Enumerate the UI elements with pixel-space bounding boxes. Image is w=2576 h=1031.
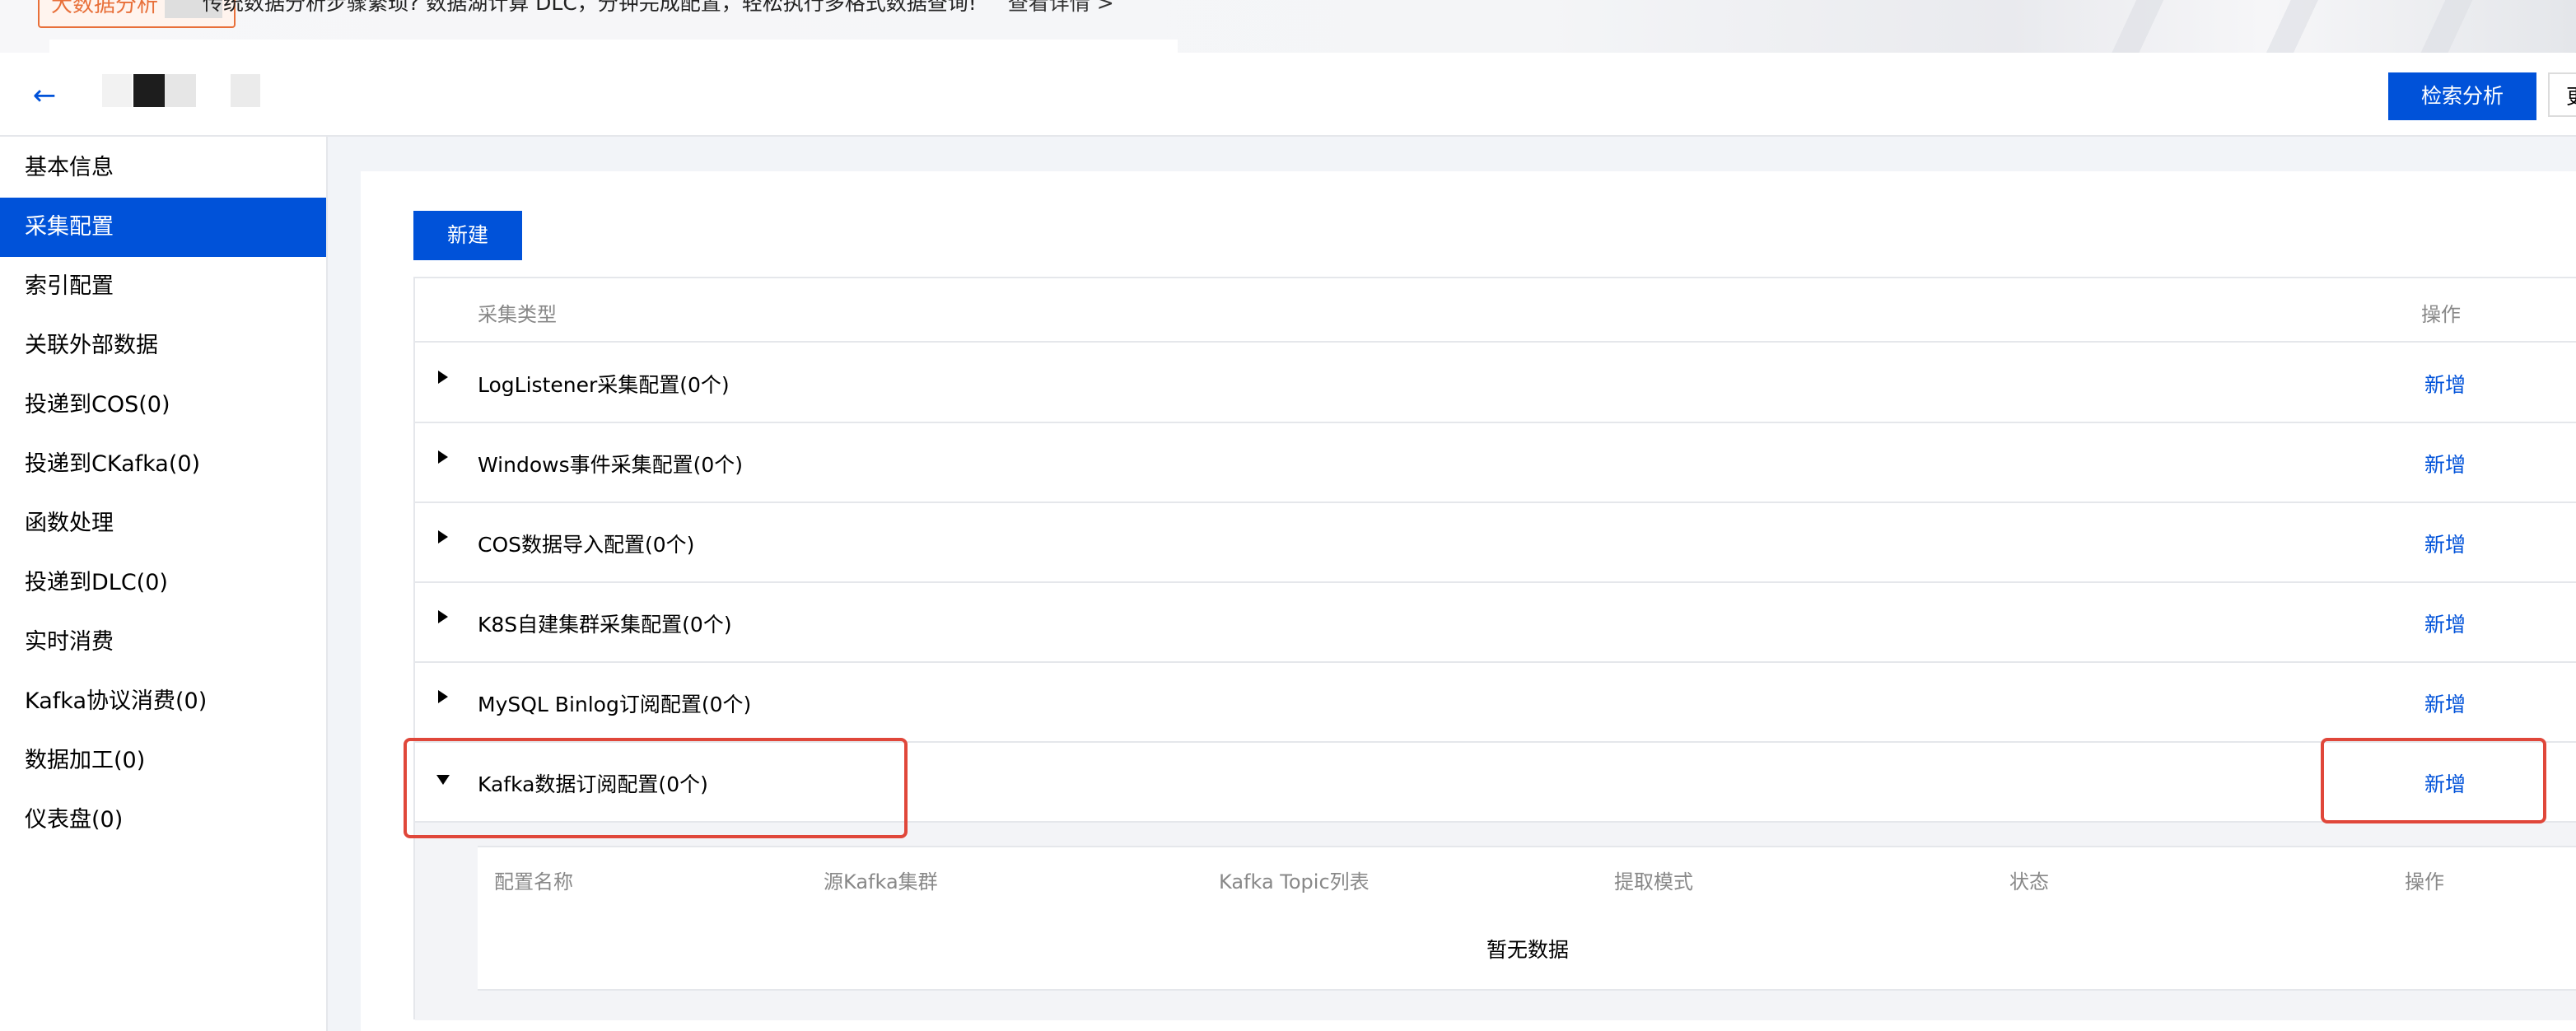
banner-text: 传统数据分析步骤繁琐? 数据湖计算 DLC，分钟完成配置，轻松执行多格式数据查询… — [203, 0, 1114, 20]
add-link[interactable]: 新增 — [2424, 688, 2466, 718]
caret-right-icon[interactable] — [438, 450, 448, 464]
redacted-title-block — [165, 74, 196, 107]
sidebar-item-collection-config[interactable]: 采集配置 — [0, 198, 326, 257]
column-header-type: 采集类型 — [478, 303, 557, 326]
caret-right-icon[interactable] — [438, 371, 448, 384]
banner-mask — [49, 40, 1178, 53]
column-header-topic-list: Kafka Topic列表 — [1219, 870, 1370, 893]
row-name: LogListener采集配置(0个) — [478, 373, 730, 397]
sidebar-item-function[interactable]: 函数处理 — [0, 494, 326, 553]
banner-tag-label: 大数据分析 — [51, 0, 159, 17]
table-row[interactable]: MySQL Binlog订阅配置(0个) 新增 — [415, 662, 2576, 743]
notice-banner: 大数据分析 传统数据分析步骤繁琐? 数据湖计算 DLC，分钟完成配置，轻松执行多… — [0, 0, 2576, 54]
row-name: COS数据导入配置(0个) — [478, 533, 695, 557]
sidebar: 基本信息 采集配置 索引配置 关联外部数据 投递到COS(0) 投递到CKafk… — [0, 137, 328, 1031]
main-panel: 新建 采集类型 操作 LogListener采集配置(0个) 新增 Window… — [361, 171, 2576, 1031]
more-button[interactable]: 更 — [2548, 72, 2576, 117]
add-link[interactable]: 新增 — [2424, 529, 2466, 558]
table-row[interactable]: K8S自建集群采集配置(0个) 新增 — [415, 582, 2576, 663]
banner-message: 传统数据分析步骤繁琐? 数据湖计算 DLC，分钟完成配置，轻松执行多格式数据查询… — [203, 0, 977, 15]
table-row[interactable]: Windows事件采集配置(0个) 新增 — [415, 422, 2576, 503]
new-button[interactable]: 新建 — [413, 211, 522, 260]
subtable-header: 配置名称 源Kafka集群 Kafka Topic列表 提取模式 状态 操作 — [478, 846, 2576, 913]
sidebar-item-basic-info[interactable]: 基本信息 — [0, 138, 326, 198]
table-header: 采集类型 操作 — [415, 278, 2576, 343]
sidebar-item-kafka-consume[interactable]: Kafka协议消费(0) — [0, 672, 326, 731]
column-header-operation: 操作 — [2421, 303, 2461, 326]
row-name: K8S自建集群采集配置(0个) — [478, 613, 732, 637]
caret-right-icon[interactable] — [438, 610, 448, 623]
column-header-extract-mode: 提取模式 — [1614, 870, 1693, 893]
sidebar-item-ship-dlc[interactable]: 投递到DLC(0) — [0, 553, 326, 613]
sidebar-item-index-config[interactable]: 索引配置 — [0, 257, 326, 316]
kafka-subscription-subtable: 配置名称 源Kafka集群 Kafka Topic列表 提取模式 状态 操作 暂… — [478, 846, 2576, 991]
sidebar-item-ship-ckafka[interactable]: 投递到CKafka(0) — [0, 435, 326, 494]
redacted-title-block — [133, 74, 165, 107]
highlight-box-row-name — [404, 738, 908, 838]
add-link[interactable]: 新增 — [2424, 609, 2466, 638]
table-row[interactable]: LogListener采集配置(0个) 新增 — [415, 343, 2576, 423]
column-header-operation: 操作 — [2405, 870, 2444, 893]
table-row[interactable]: COS数据导入配置(0个) 新增 — [415, 502, 2576, 583]
search-analysis-button[interactable]: 检索分析 — [2388, 72, 2536, 120]
column-header-config-name: 配置名称 — [494, 870, 573, 893]
caret-right-icon[interactable] — [438, 530, 448, 543]
empty-state-text: 暂无数据 — [478, 912, 2576, 991]
banner-decoration — [2082, 0, 2576, 53]
highlight-box-add-link — [2321, 738, 2546, 823]
add-link[interactable]: 新增 — [2424, 369, 2466, 399]
page-header: ← 检索分析 更 — [0, 53, 2576, 137]
redacted-title-block — [231, 74, 260, 107]
arrow-left-icon[interactable]: ← — [28, 79, 61, 112]
sidebar-item-ship-cos[interactable]: 投递到COS(0) — [0, 376, 326, 435]
expanded-row-area: 配置名称 源Kafka集群 Kafka Topic列表 提取模式 状态 操作 暂… — [415, 823, 2576, 1020]
sidebar-item-external-data[interactable]: 关联外部数据 — [0, 316, 326, 376]
column-header-source-cluster: 源Kafka集群 — [824, 870, 938, 893]
sidebar-item-data-processing[interactable]: 数据加工(0) — [0, 731, 326, 791]
banner-details-link[interactable]: 查看详情 > — [1008, 0, 1114, 15]
row-name: MySQL Binlog订阅配置(0个) — [478, 693, 752, 716]
collection-config-table: 采集类型 操作 LogListener采集配置(0个) 新增 Windows事件… — [413, 277, 2576, 1020]
sidebar-item-realtime-consume[interactable]: 实时消费 — [0, 613, 326, 672]
row-name: Windows事件采集配置(0个) — [478, 453, 744, 477]
caret-right-icon[interactable] — [438, 690, 448, 703]
column-header-status: 状态 — [2009, 870, 2049, 893]
add-link[interactable]: 新增 — [2424, 449, 2466, 478]
redacted-title-block — [102, 74, 132, 107]
sidebar-item-dashboard[interactable]: 仪表盘(0) — [0, 791, 326, 850]
